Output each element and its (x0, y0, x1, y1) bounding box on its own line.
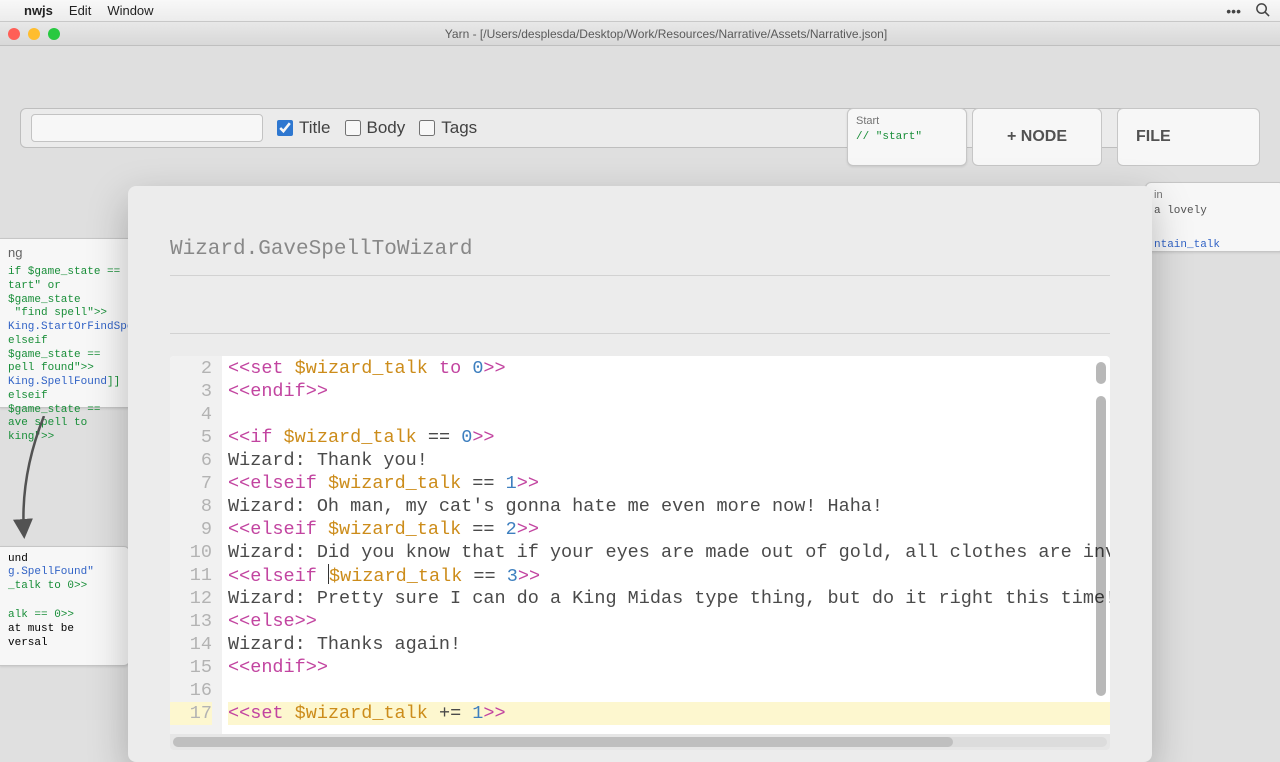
node-editor-modal: 234567891011121314151617 <<set $wizard_t… (128, 186, 1152, 762)
vertical-scrollbar[interactable] (1096, 396, 1106, 716)
overflow-icon[interactable]: ••• (1226, 3, 1241, 19)
app-window: Yarn - [/Users/desplesda/Desktop/Work/Re… (0, 22, 1280, 720)
menu-window[interactable]: Window (107, 3, 153, 18)
node-tags-field[interactable] (170, 276, 1110, 334)
app-menu[interactable]: nwjs (24, 3, 53, 18)
window-zoom-button[interactable] (48, 28, 60, 40)
scrollbar-thumb[interactable] (1096, 396, 1106, 696)
window-close-button[interactable] (8, 28, 20, 40)
scrollbar-thumb[interactable] (173, 737, 953, 747)
macos-menubar: nwjs Edit Window ••• (0, 0, 1280, 22)
window-minimize-button[interactable] (28, 28, 40, 40)
line-gutter: 234567891011121314151617 (170, 356, 222, 734)
code-body[interactable]: <<set $wizard_talk to 0>><<endif>><<if $… (222, 356, 1110, 734)
window-titlebar: Yarn - [/Users/desplesda/Desktop/Work/Re… (0, 22, 1280, 46)
horizontal-scrollbar[interactable] (170, 734, 1110, 750)
modal-backdrop[interactable]: 234567891011121314151617 <<set $wizard_t… (0, 68, 1280, 720)
menu-edit[interactable]: Edit (69, 3, 91, 18)
scrollbar-thumb[interactable] (1096, 362, 1106, 384)
window-title: Yarn - [/Users/desplesda/Desktop/Work/Re… (60, 27, 1272, 41)
search-icon[interactable] (1255, 2, 1270, 20)
code-editor[interactable]: 234567891011121314151617 <<set $wizard_t… (170, 356, 1110, 734)
node-title-input[interactable] (170, 234, 1110, 276)
